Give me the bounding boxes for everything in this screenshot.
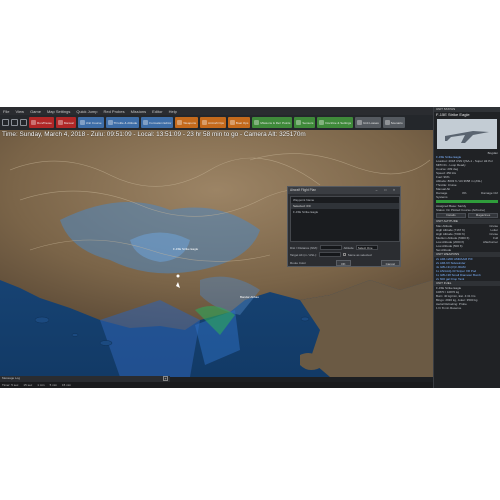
toolbar-icon [31, 120, 36, 125]
pause-icon[interactable] [11, 119, 18, 126]
menu-view[interactable]: View [15, 109, 24, 114]
toolbar-icon [79, 120, 85, 125]
unit-label[interactable]: F-15E Strike Eagle [173, 247, 198, 251]
toolbar-icon [357, 120, 363, 125]
unit-marker[interactable] [176, 274, 180, 278]
toolbar-button-label: Boat Ops [235, 120, 249, 125]
dialog-titlebar: Aircraft Flight Plan – □ × [288, 187, 400, 194]
toolbar-button[interactable]: Run/Pause [29, 117, 54, 128]
aircraft-image [437, 119, 497, 149]
toolbar-icon [177, 120, 183, 125]
time-1min[interactable]: 1 min [37, 383, 44, 387]
menu-file[interactable]: File [3, 109, 9, 114]
toolbar-icon [57, 120, 63, 125]
toolbar-button-label: Unit Losses [363, 120, 379, 125]
toolbar-button-label: Throttle & Altitude [113, 120, 138, 125]
toolbar-button[interactable]: Boat Ops [227, 117, 251, 128]
window-controls-icon[interactable]: – □ × [376, 188, 398, 193]
detail-buttons: Details Magazines [434, 212, 500, 219]
toolbar-button[interactable]: Doctrine & Settings [317, 117, 354, 128]
menu-editor[interactable]: Editor [152, 109, 162, 114]
menu-help[interactable]: Help [169, 109, 177, 114]
toolbar-button[interactable]: Unit Course [77, 117, 104, 128]
magazines-button[interactable]: Magazines [468, 213, 498, 218]
same-as-selected-checkbox[interactable] [342, 253, 346, 256]
ok-button[interactable]: OK [336, 260, 351, 266]
distance-field[interactable] [319, 245, 342, 250]
toolbar-icon [143, 120, 149, 125]
throttle-option[interactable]: Afterburner [483, 240, 498, 244]
damage-value: 0% [462, 191, 467, 195]
list-item[interactable]: F-15E Strike Eagle [291, 209, 399, 215]
cancel-button[interactable]: Cancel [380, 260, 400, 266]
toolbar-button-label: Run/Pause [37, 120, 52, 125]
toolbar-button[interactable]: Manual [55, 117, 76, 128]
expand-plus-icon[interactable]: + [163, 376, 168, 381]
target-alt-label: Target Alt (m / ASL): [290, 252, 317, 257]
damage-ctrl: Damage Ctrl [481, 191, 498, 195]
toolbar-icon [384, 120, 390, 125]
time-15min[interactable]: 15 min [62, 383, 71, 387]
same-as-selected-label: Same as selected [347, 252, 372, 257]
time-compression-bar: Timer: 5 sec 15 sec 1 min 5 min 15 min [0, 382, 433, 388]
menu-red-probes[interactable]: Red Probes [103, 109, 124, 114]
toolbar-button-label: Sensors [302, 120, 314, 125]
fuel-item: 1 hr 8 min Reserve [436, 306, 462, 310]
toolbar-button-label: Doctrine & Settings [325, 120, 352, 125]
flight-plan-dialog: Aircraft Flight Plan – □ × Waypoint Name… [287, 186, 401, 267]
unit-name: F-15E Strike Eagle [436, 112, 470, 117]
toolbar-button[interactable]: Throttle & Altitude [105, 117, 140, 128]
toolbar-button[interactable]: Unit Losses [355, 117, 381, 128]
timer-label[interactable]: Timer: 5 sec [2, 383, 18, 387]
step-icon[interactable] [20, 119, 27, 126]
menu-map-settings[interactable]: Map Settings [47, 109, 70, 114]
target-alt-field[interactable] [318, 252, 341, 257]
target-row: Target Alt (m / ASL): Same as selected [290, 252, 372, 257]
toolbar-button[interactable]: Sensors [294, 117, 316, 128]
toolbar-icon [296, 120, 302, 125]
toolbar-button-label: Aircraft Ops [208, 120, 224, 125]
toolbar-button[interactable]: Formation Editor [141, 117, 174, 128]
distance-row: Dist / Distance (NM): Altitude Select On… [290, 245, 378, 250]
toolbar-button-label: Formation Editor [149, 120, 172, 125]
toolbar-icon [202, 120, 208, 125]
toolbar-button-label: Missions & Ref. Points [260, 120, 291, 125]
menu-bar: File View Game Map Settings Quick Jump R… [0, 107, 433, 115]
route-color-label: Route Color [290, 261, 307, 265]
toolbar-button[interactable]: Aircraft Ops [200, 117, 226, 128]
menu-game[interactable]: Game [30, 109, 41, 114]
unit-status-panel: UNIT STATUS F-15E Strike Eagle Bogdan F-… [433, 107, 500, 388]
play-icon[interactable] [2, 119, 9, 126]
command-window: File View Game Map Settings Quick Jump R… [0, 107, 500, 388]
toolbar-icon [319, 120, 325, 125]
toolbar-button-label: Unit Course [85, 120, 102, 125]
menu-missions[interactable]: Missions [131, 109, 147, 114]
details-button[interactable]: Details [436, 213, 466, 218]
time-5min[interactable]: 5 min [50, 383, 57, 387]
altitude-select[interactable]: Select One [355, 245, 378, 250]
time-15s[interactable]: 15 sec [23, 383, 32, 387]
distance-label: Dist / Distance (NM): [290, 245, 318, 250]
time-readout: Time: Sunday, March 4, 2018 - Zulu: 09:5… [2, 131, 306, 138]
dialog-title: Aircraft Flight Plan [290, 188, 317, 192]
toolbar-button-label: Weapons [183, 120, 197, 125]
toolbar-button-label: Manual [63, 120, 74, 125]
toolbar-button[interactable]: Missions & Ref. Points [252, 117, 293, 128]
toolbar-icon [254, 120, 260, 125]
dialog-list[interactable]: Waypoint Name Selected: 0/0 F-15E Strike… [290, 196, 400, 242]
health-bar [436, 200, 498, 203]
toolbar-button-label: Scenario [390, 120, 403, 125]
toolbar: Run/Pause Manual Unit Course Throttle & Alt… [0, 115, 433, 130]
toolbar-icon [107, 120, 113, 125]
menu-quick-jump[interactable]: Quick Jump [76, 109, 97, 114]
toolbar-button[interactable]: Scenario [382, 117, 405, 128]
toolbar-button[interactable]: Weapons [175, 117, 199, 128]
toolbar-icon [229, 120, 235, 125]
message-log-label: Message Log [2, 376, 21, 380]
altitude-label: Altitude [343, 245, 354, 250]
city-label: Bandar Abbas [240, 295, 259, 299]
systems-label: Systems [436, 195, 448, 199]
dialog-footer: Route Color OK Cancel [290, 260, 400, 266]
